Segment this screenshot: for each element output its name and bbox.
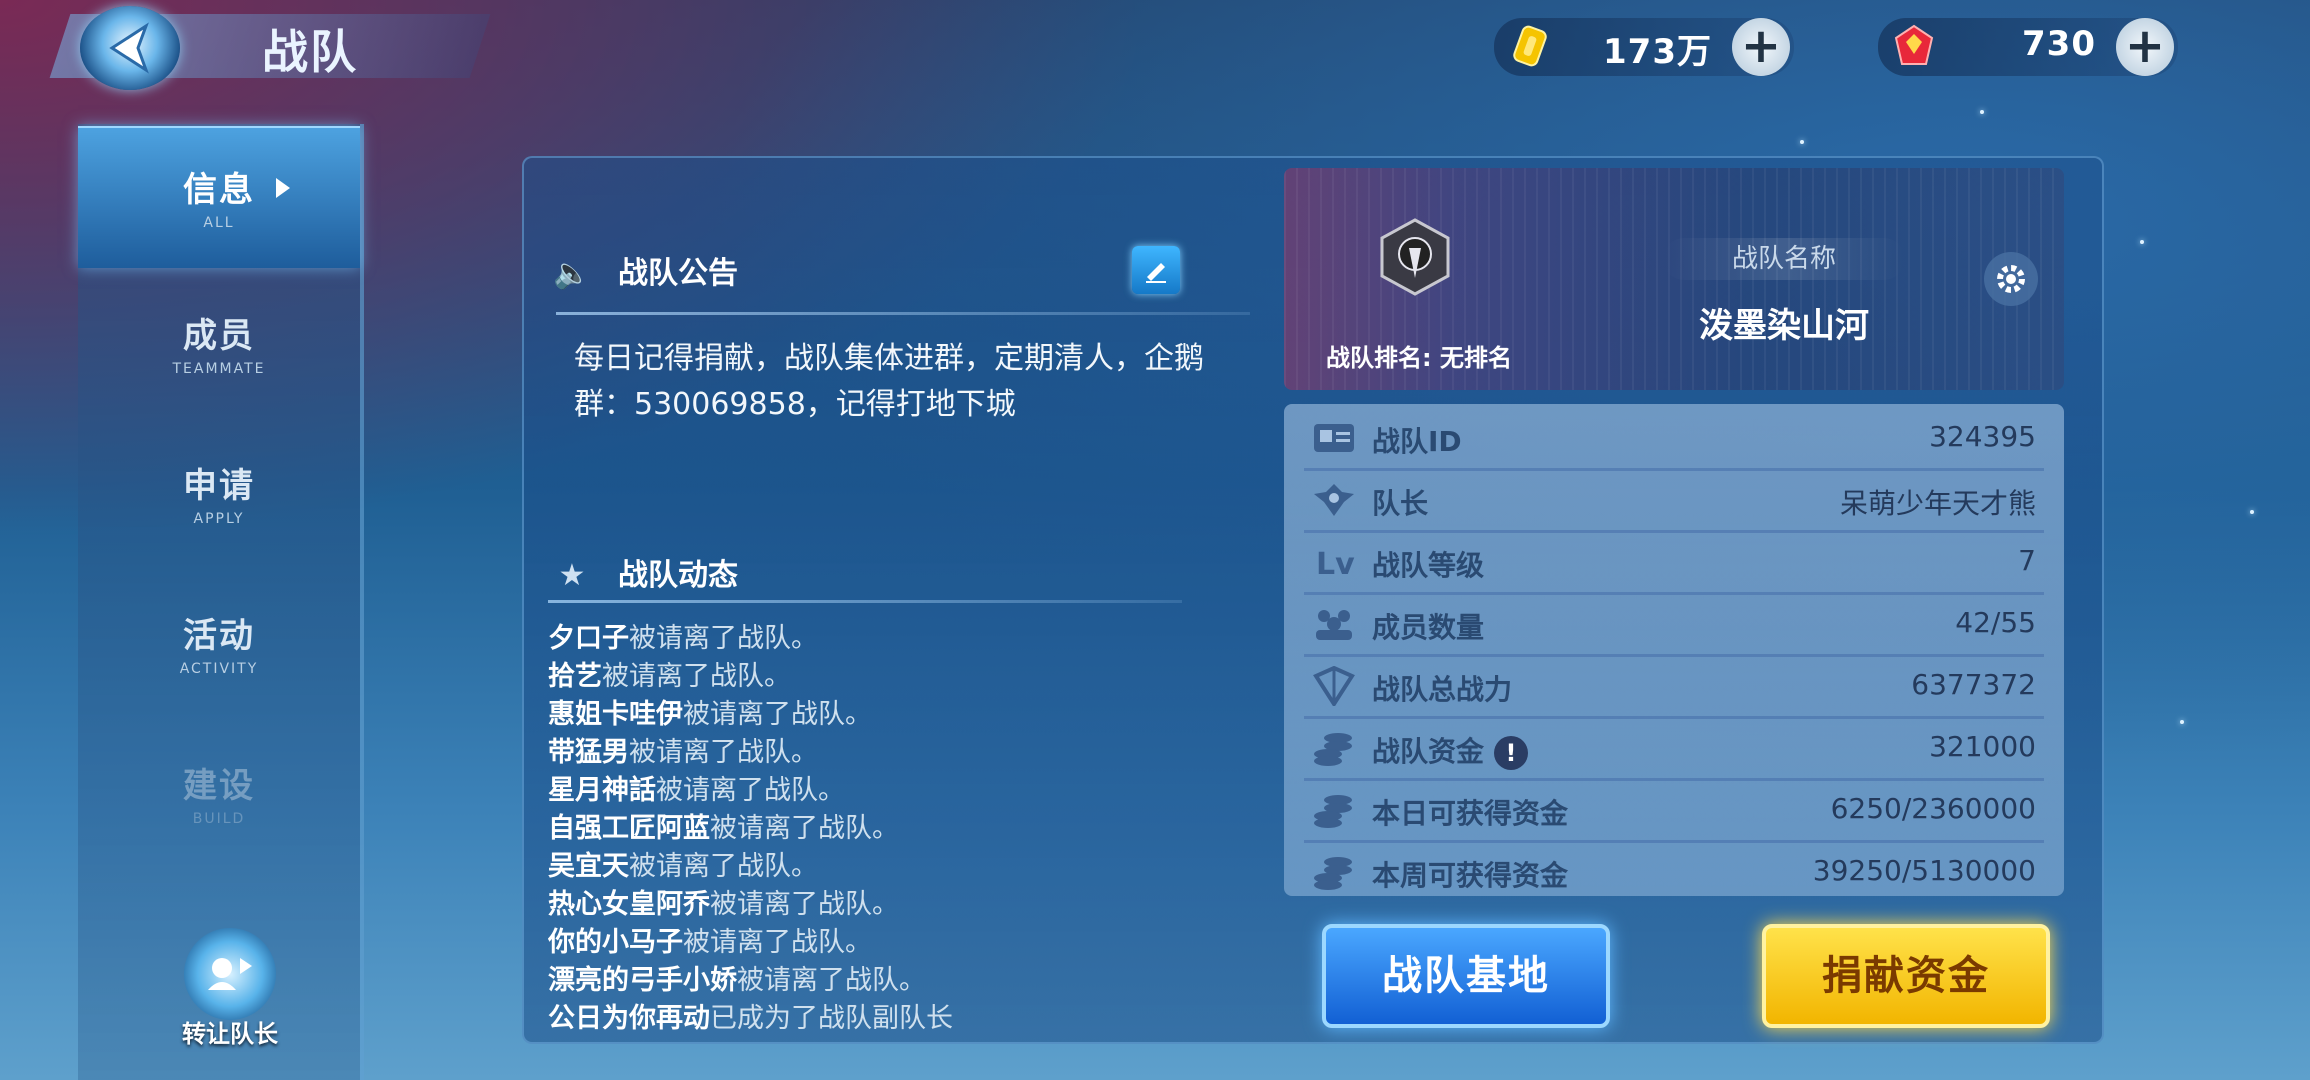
list-item: 热心女皇阿乔被请离了战队。 [548, 889, 899, 920]
announcement-heading: 🔈 战队公告 [552, 248, 738, 292]
stat-value: 7 [2018, 544, 2036, 577]
stat-value: 321000 [1929, 730, 2036, 763]
tab-sublabel: BUILD [192, 811, 246, 827]
gold-coin-icon [1513, 25, 1547, 67]
tab-label: 成员 [183, 316, 255, 356]
stat-value: 6377372 [1911, 668, 2036, 701]
stat-label: 战队资金! [1372, 730, 1529, 770]
tab-label: 建设 [183, 766, 255, 806]
tab-sublabel: TEAMMATE [172, 361, 266, 377]
stat-label: 战队等级 [1372, 549, 1485, 582]
add-gem-button[interactable]: + [2116, 18, 2174, 76]
chevron-right-icon [276, 178, 290, 198]
pencil-icon [1146, 263, 1166, 283]
team-name: 泼墨染山河 [1699, 306, 1869, 346]
coins-icon [1314, 733, 1352, 766]
stat-label: 队长 [1372, 487, 1429, 520]
donate-funds-button[interactable]: 捐献资金 [1762, 924, 2050, 1028]
tab-info[interactable]: 信息 ALL [78, 126, 360, 268]
activity-title: 战队动态 [618, 558, 738, 593]
tab-activity[interactable]: 活动 ACTIVITY [78, 574, 360, 714]
stat-label: 战队总战力 [1372, 673, 1513, 706]
team-name-label: 战队名称 [1664, 238, 1904, 280]
stat-row-weekly-funds: 本周可获得资金 39250/5130000 [1304, 842, 2044, 902]
list-item: 吴宜天被请离了战队。 [548, 851, 818, 882]
page-title: 战队 [262, 25, 358, 79]
list-item: 拾艺被请离了战队。 [548, 661, 791, 692]
gem-amount: 730 [2022, 24, 2096, 64]
list-item: 你的小马子被请离了战队。 [548, 927, 872, 958]
list-item: 漂亮的弓手小娇被请离了战队。 [548, 965, 926, 996]
tab-sublabel: ALL [203, 215, 235, 231]
stat-value: 42/55 [1955, 606, 2036, 639]
tab-sublabel: ACTIVITY [179, 661, 259, 677]
gold-amount: 173万 [1603, 32, 1712, 72]
gold-resource: 173万 + [1494, 18, 1794, 76]
gem-resource: 730 + [1878, 18, 2178, 76]
tab-label: 申请 [183, 466, 255, 506]
tab-teammate[interactable]: 成员 TEAMMATE [78, 274, 360, 414]
stat-label: 本日可获得资金 [1372, 797, 1569, 830]
team-base-button[interactable]: 战队基地 [1322, 924, 1610, 1028]
tab-build[interactable]: 建设 BUILD [78, 724, 360, 864]
team-stats: 战队ID 324395 队长 呆萌少年天才熊 Lv 战队等级 7 成员数量 42… [1284, 404, 2064, 896]
star-icon: ★ [558, 558, 586, 593]
list-item: 公日为你再动已成为了战队副队长 [548, 1003, 953, 1030]
edit-announcement-button[interactable] [1132, 246, 1180, 294]
transfer-captain-icon [184, 928, 276, 1020]
tab-sublabel: APPLY [193, 511, 245, 527]
id-card-icon [1314, 424, 1354, 452]
info-icon[interactable]: ! [1494, 736, 1529, 770]
tab-apply[interactable]: 申请 APPLY [78, 424, 360, 564]
tab-label: 活动 [183, 616, 255, 656]
members-icon [1316, 610, 1352, 640]
gear-icon [1997, 265, 2025, 293]
settings-button[interactable] [1984, 252, 2038, 306]
transfer-captain-button[interactable]: 转让队长 [160, 928, 300, 1049]
list-item: 夕口子被请离了战队。 [548, 623, 818, 654]
stat-row-daily-funds: 本日可获得资金 6250/2360000 [1304, 780, 2044, 843]
add-gold-button[interactable]: + [1732, 18, 1790, 76]
stat-row-team-id: 战队ID 324395 [1304, 408, 2044, 471]
transfer-captain-label: 转让队长 [182, 1020, 278, 1048]
stat-row-power: 战队总战力 6377372 [1304, 656, 2044, 719]
stat-value: 呆萌少年天才熊 [1839, 487, 2036, 520]
stat-label: 成员数量 [1372, 611, 1485, 644]
list-item: 惠姐卡哇伊被请离了战队。 [548, 699, 872, 730]
list-item: 带猛男被请离了战队。 [548, 737, 818, 768]
activity-heading: ★ 战队动态 [552, 550, 738, 594]
stat-row-captain: 队长 呆萌少年天才熊 [1304, 470, 2044, 533]
stat-row-members: 成员数量 42/55 [1304, 594, 2044, 657]
stat-value: 324395 [1929, 420, 2036, 453]
back-button[interactable] [80, 6, 180, 90]
stat-label: 战队ID [1372, 425, 1462, 458]
team-emblem-icon [1380, 218, 1450, 296]
tab-label: 信息 [183, 170, 255, 210]
stat-row-funds: 战队资金! 321000 [1304, 718, 2044, 781]
svg-text:Lv: Lv [1316, 547, 1355, 582]
team-rank: 战队排名: 无排名 [1326, 344, 1512, 372]
list-item: 星月神話被请离了战队。 [548, 775, 845, 806]
speaker-icon: 🔈 [553, 256, 591, 291]
coins-icon [1314, 795, 1352, 828]
announcement-text: 每日记得捐献，战队集体进群，定期清人，企鹅群：530069858，记得打地下城 [574, 341, 1204, 422]
power-icon [1313, 666, 1355, 706]
captain-badge-icon [1314, 484, 1354, 516]
team-card: 战队排名: 无排名 战队名称 泼墨染山河 [1284, 168, 2064, 390]
divider [556, 312, 1250, 315]
list-item: 自强工匠阿蓝被请离了战队。 [548, 813, 899, 844]
activity-feed[interactable]: 夕口子被请离了战队。 拾艺被请离了战队。 惠姐卡哇伊被请离了战队。 带猛男被请离… [548, 620, 1248, 1030]
stat-value: 39250/5130000 [1812, 854, 2036, 887]
back-arrow-icon [109, 22, 149, 74]
stat-row-level: Lv 战队等级 7 [1304, 532, 2044, 595]
divider [548, 600, 1182, 603]
red-gem-icon [1894, 24, 1934, 65]
level-icon: Lv [1316, 547, 1355, 582]
stat-label: 本周可获得资金 [1372, 859, 1569, 892]
coins-icon [1314, 857, 1352, 890]
announcement-title: 战队公告 [618, 256, 738, 291]
stat-value: 6250/2360000 [1830, 792, 2036, 825]
